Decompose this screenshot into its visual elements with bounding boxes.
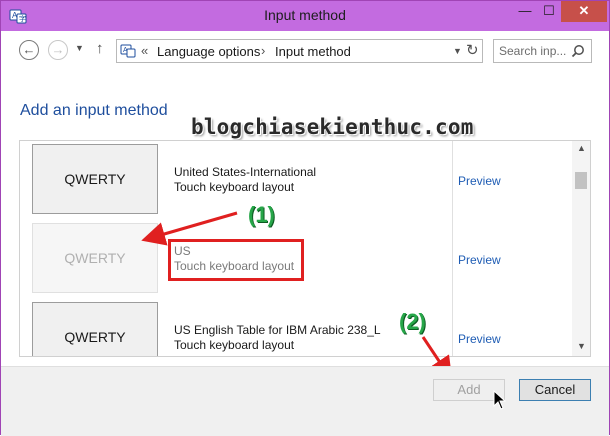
mouse-cursor-icon <box>493 390 507 410</box>
arrow-to-disabled-layout <box>141 211 238 246</box>
dialog-footer: Add Cancel <box>1 366 609 436</box>
cancel-button[interactable]: Cancel <box>519 379 591 401</box>
input-method-window: A 字 Input method — ☐ ✕ ← → ▼ ↑ A « Langu… <box>0 0 610 436</box>
